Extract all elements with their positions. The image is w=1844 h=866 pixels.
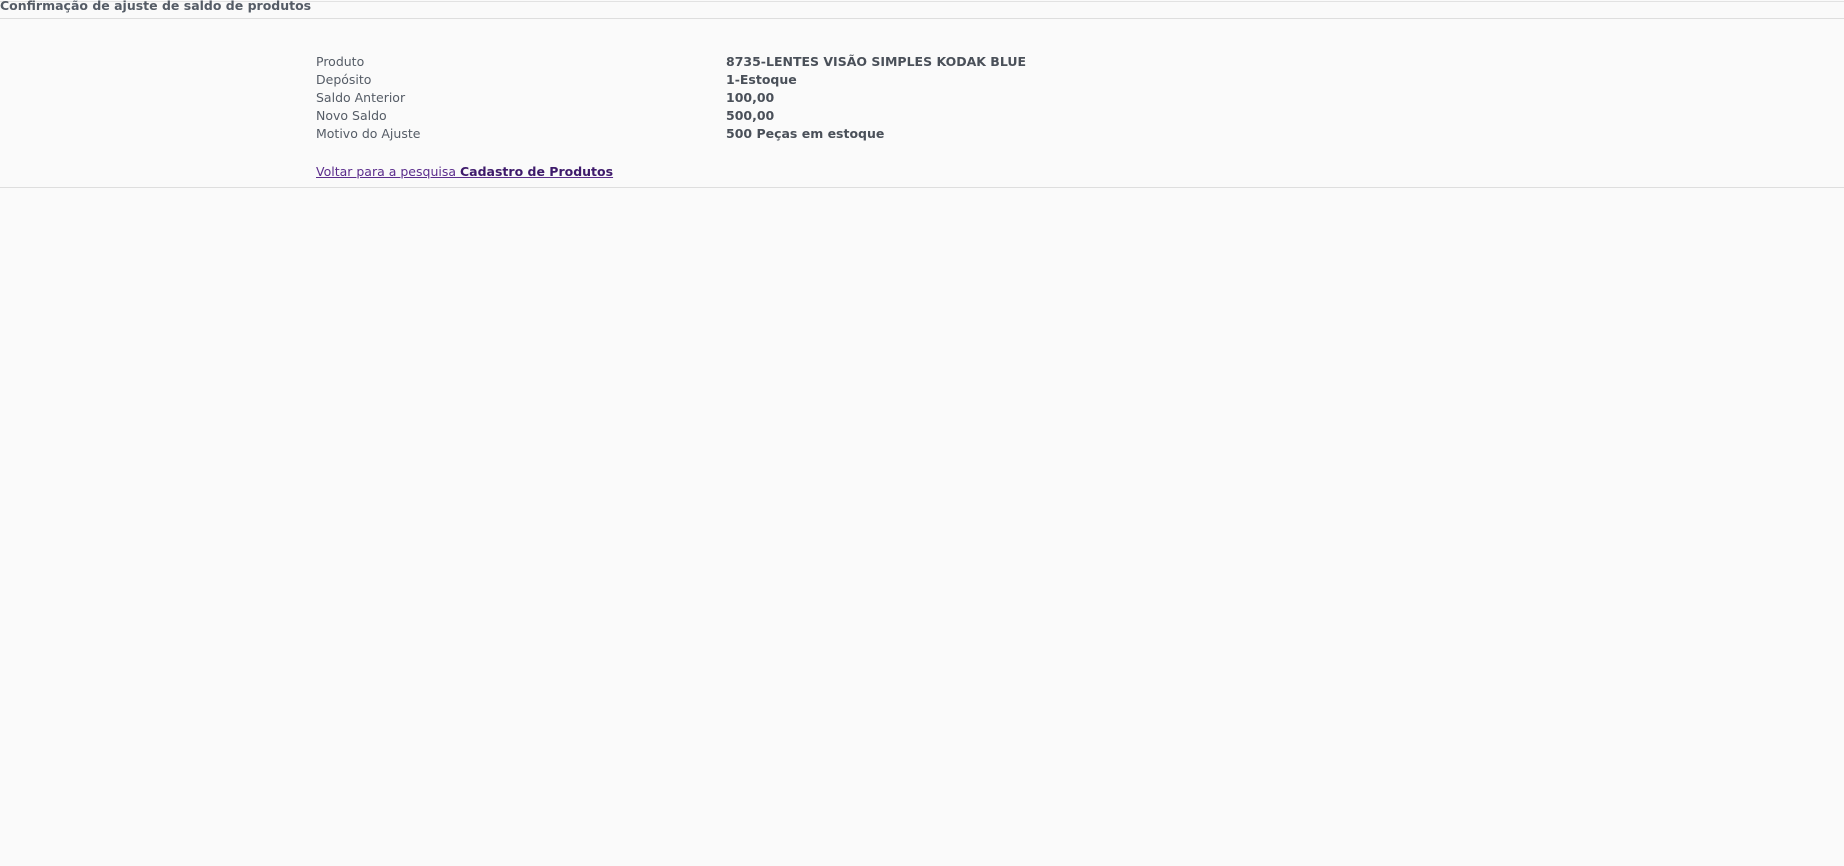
back-to-search-link[interactable]: Voltar para a pesquisa Cadastro de Produ…: [316, 163, 613, 181]
detail-value: 500 Peças em estoque: [726, 126, 885, 141]
back-link-prefix: Voltar para a pesquisa: [316, 164, 457, 179]
detail-value: 500,00: [726, 108, 775, 123]
back-link-target: Cadastro de Produtos: [460, 164, 614, 179]
page-title: Confirmação de ajuste de saldo de produt…: [0, 0, 312, 13]
detail-label: Saldo Anterior: [316, 90, 406, 105]
confirmation-panel: [0, 18, 1844, 188]
detail-value: 100,00: [726, 90, 775, 105]
detail-label: Motivo do Ajuste: [316, 126, 421, 141]
detail-label: Depósito: [316, 72, 372, 87]
detail-label: Produto: [316, 54, 365, 69]
detail-value: 8735-LENTES VISÃO SIMPLES KODAK BLUE: [726, 54, 1027, 69]
detail-label: Novo Saldo: [316, 108, 387, 123]
detail-value: 1-Estoque: [726, 72, 797, 87]
